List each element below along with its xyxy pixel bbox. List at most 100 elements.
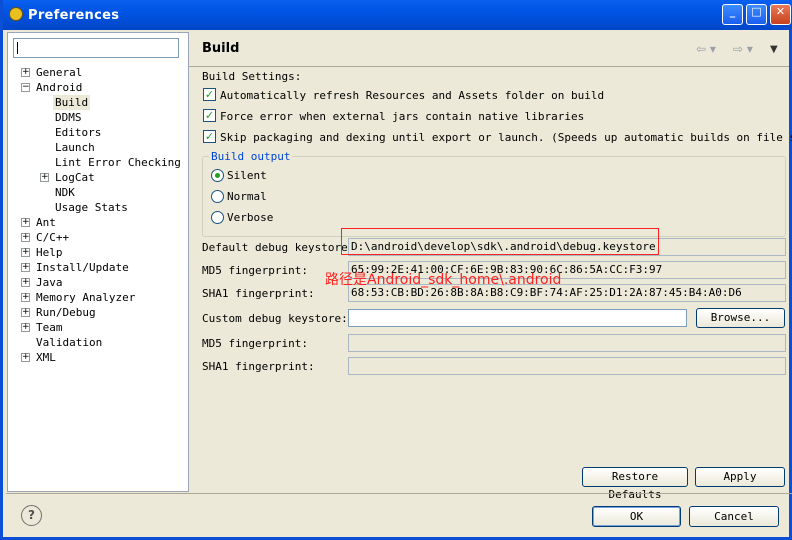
build-output-group: [202, 156, 786, 237]
window-title: Preferences: [28, 8, 120, 23]
force-error-checkbox[interactable]: ✓: [203, 109, 216, 122]
custom-md5-field[interactable]: [348, 334, 786, 352]
tree-item[interactable]: + Team: [21, 320, 63, 335]
check-icon: ✓: [204, 130, 215, 143]
tree-item-label: Android: [36, 81, 83, 94]
expand-icon[interactable]: +: [21, 353, 30, 362]
minimize-button[interactable]: _: [722, 4, 743, 25]
tree-item[interactable]: + Install/Update: [21, 260, 129, 275]
tree-item-label: Usage Stats: [55, 201, 128, 214]
custom-keystore-label: Custom debug keystore:: [202, 312, 348, 325]
check-icon: ✓: [204, 109, 215, 122]
expand-icon[interactable]: +: [21, 68, 30, 77]
footer-separator: [6, 493, 792, 494]
cancel-button[interactable]: Cancel: [689, 506, 779, 527]
restore-defaults-button[interactable]: Restore Defaults: [582, 467, 688, 501]
expand-icon[interactable]: +: [21, 323, 30, 332]
close-icon: ✕: [775, 5, 786, 18]
tree-item[interactable]: + Help: [21, 245, 63, 260]
tree-item[interactable]: Build: [53, 95, 91, 110]
title-separator: [189, 66, 789, 67]
tree-item-label: Java: [36, 276, 63, 289]
tree-item-label: Help: [36, 246, 63, 259]
forward-nav-button[interactable]: ⇨ ▾: [733, 42, 753, 56]
tree-item-label: LogCat: [55, 171, 95, 184]
tree-item-label: Validation: [36, 336, 103, 349]
help-button[interactable]: ?: [21, 505, 42, 526]
tree-item[interactable]: Lint Error Checking: [55, 155, 181, 170]
tree-item-label: Run/Debug: [36, 306, 96, 319]
tree-item[interactable]: Usage Stats: [55, 200, 128, 215]
tree-item[interactable]: Editors: [55, 125, 101, 140]
help-icon: ?: [28, 508, 35, 522]
tree-item-label: Editors: [55, 126, 102, 139]
tree-item[interactable]: + Memory Analyzer: [21, 290, 136, 305]
check-icon: ✓: [204, 88, 215, 101]
default-keystore-label: Default debug keystore:: [202, 241, 355, 254]
preference-tree-panel: + General − Android Build DDMS Editors Launch Li…: [7, 32, 189, 492]
close-button[interactable]: ✕: [770, 4, 791, 25]
custom-md5-label: MD5 fingerprint:: [202, 337, 308, 350]
expand-icon[interactable]: +: [21, 308, 30, 317]
refresh-resources-label[interactable]: Automatically refresh Resources and Asse…: [220, 89, 604, 102]
tree-item[interactable]: + Java: [21, 275, 63, 290]
custom-sha1-field[interactable]: [348, 357, 786, 375]
tree-item[interactable]: Launch: [55, 140, 95, 155]
annotation-highlight-box: [341, 228, 659, 255]
build-settings-label: Build Settings:: [202, 70, 302, 83]
verbose-radio[interactable]: [211, 211, 224, 224]
silent-radio[interactable]: [211, 169, 224, 182]
md5-label: MD5 fingerprint:: [202, 264, 308, 277]
expand-icon[interactable]: +: [21, 218, 30, 227]
ok-button[interactable]: OK: [592, 506, 681, 527]
normal-radio[interactable]: [211, 190, 224, 203]
minimize-icon: _: [729, 5, 736, 18]
tree-item[interactable]: − Android: [21, 80, 83, 95]
title-bar[interactable]: Preferences _ □ ✕: [3, 0, 792, 30]
tree-item-label: Lint Error Checking: [55, 156, 181, 169]
skip-packaging-checkbox[interactable]: ✓: [203, 130, 216, 143]
verbose-label[interactable]: Verbose: [227, 211, 273, 224]
silent-label[interactable]: Silent: [227, 169, 267, 182]
tree-item-label: XML: [36, 351, 56, 364]
back-nav-button[interactable]: ⇦ ▾: [696, 42, 716, 56]
expand-icon[interactable]: +: [21, 233, 30, 242]
tree-item[interactable]: + C/C++: [21, 230, 69, 245]
tree-item-label: Launch: [55, 141, 95, 154]
apply-button[interactable]: Apply: [695, 467, 785, 487]
build-output-title: Build output: [209, 150, 293, 163]
browse-button[interactable]: Browse...: [696, 308, 785, 328]
tree-item[interactable]: + Ant: [21, 215, 56, 230]
refresh-resources-checkbox[interactable]: ✓: [203, 88, 216, 101]
force-error-label[interactable]: Force error when external jars contain n…: [220, 110, 584, 123]
tree-item[interactable]: + LogCat: [40, 170, 95, 185]
tree-item-label: Memory Analyzer: [36, 291, 136, 304]
tree-item[interactable]: + Run/Debug: [21, 305, 96, 320]
tree-item-label: NDK: [55, 186, 75, 199]
expand-icon[interactable]: +: [21, 248, 30, 257]
page-title: Build: [202, 41, 240, 56]
custom-keystore-input[interactable]: [348, 309, 687, 327]
tree-item[interactable]: NDK: [55, 185, 75, 200]
text-caret: [17, 42, 18, 54]
annotation-text: 路径是Android_sdk_home\.android: [325, 272, 562, 288]
tree-item-label: DDMS: [55, 111, 82, 124]
skip-packaging-label[interactable]: Skip packaging and dexing until export o…: [220, 131, 792, 144]
expand-icon[interactable]: +: [21, 278, 30, 287]
tree-item[interactable]: + General: [21, 65, 82, 80]
sha1-label: SHA1 fingerprint:: [202, 287, 315, 300]
expand-icon[interactable]: +: [21, 293, 30, 302]
tree-item-label: Install/Update: [36, 261, 129, 274]
view-menu-button[interactable]: ▼: [770, 44, 778, 55]
expand-icon[interactable]: +: [40, 173, 49, 182]
expand-icon[interactable]: +: [21, 263, 30, 272]
tree-item[interactable]: + XML: [21, 350, 56, 365]
tree-item[interactable]: Validation: [36, 335, 102, 350]
tree-item[interactable]: DDMS: [55, 110, 82, 125]
normal-label[interactable]: Normal: [227, 190, 267, 203]
collapse-icon[interactable]: −: [21, 83, 30, 92]
filter-input[interactable]: [13, 38, 179, 58]
maximize-button[interactable]: □: [746, 4, 767, 25]
custom-sha1-label: SHA1 fingerprint:: [202, 360, 315, 373]
build-preference-page: Build ⇦ ▾ ⇨ ▾ ▼ Build Settings: ✓ Automa…: [189, 32, 792, 501]
